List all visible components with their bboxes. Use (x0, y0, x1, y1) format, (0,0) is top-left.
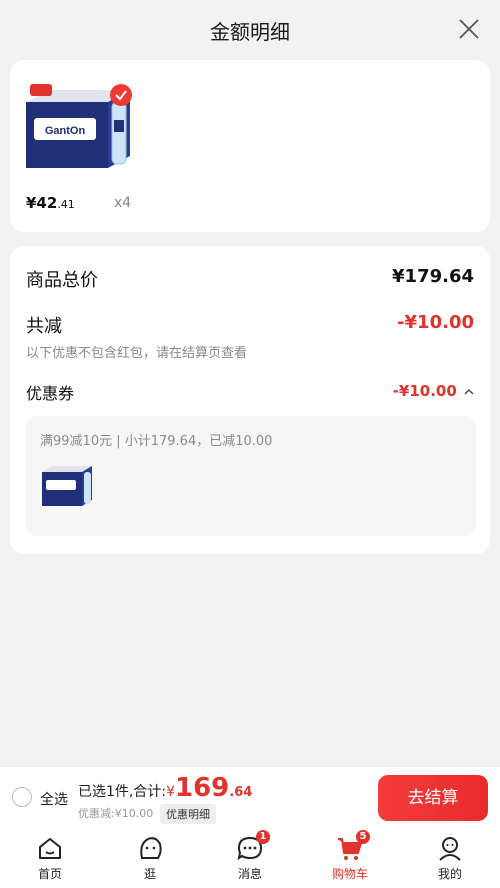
tab-home[interactable]: 首页 (0, 828, 100, 888)
discount-detail-button[interactable]: 优惠明细 (160, 804, 216, 824)
discount-label: 共减 (26, 316, 62, 337)
discount-value: -¥10.00 (397, 312, 474, 333)
cart-badge: 5 (356, 830, 370, 844)
page-title: 金额明细 (210, 20, 290, 44)
total-summary: 已选1件,合计:¥169.64 (78, 773, 252, 803)
coupon-value: -¥10.00 (392, 382, 457, 400)
coupon-product-thumbnail (42, 466, 92, 506)
home-icon (39, 838, 61, 859)
bottom-tab-bar: 首页 逛 1 消息 5 购物车 我的 (0, 828, 500, 888)
saved-amount: 优惠减:¥10.00 (78, 807, 154, 820)
item-price: ¥42.41 (26, 194, 75, 212)
coupon-detail-text: 满99减10元 | 小计179.64，已减10.00 (40, 434, 273, 449)
product-card: GantOn (10, 60, 490, 232)
coupon-toggle[interactable]: -¥10.00 (393, 382, 474, 400)
goods-total-value: ¥179.64 (392, 266, 474, 287)
total-decimal: .64 (229, 785, 253, 800)
checkout-bar: 全选 已选1件,合计:¥169.64 优惠减:¥10.00 优惠明细 去结算 (0, 766, 500, 828)
selected-check-icon[interactable] (110, 84, 132, 106)
discount-note: 以下优惠不包含红包，请在结算页查看 (26, 346, 248, 361)
coupon-detail-box: 满99减10元 | 小计179.64，已减10.00 (26, 416, 476, 536)
item-quantity: x4 (114, 195, 132, 211)
user-icon (439, 837, 461, 861)
header: 金额明细 (0, 0, 500, 58)
svg-text:GantOn: GantOn (45, 125, 86, 137)
messages-badge: 1 (256, 830, 270, 844)
chevron-up-icon (464, 389, 474, 395)
total-integer: 169 (175, 773, 230, 803)
face-icon (140, 837, 162, 859)
close-icon[interactable] (458, 18, 480, 40)
tab-messages[interactable]: 1 消息 (200, 828, 300, 888)
select-all-radio[interactable] (12, 787, 32, 807)
tab-browse[interactable]: 逛 (100, 828, 200, 888)
tab-cart[interactable]: 5 购物车 (300, 828, 400, 888)
total-currency: ¥ (166, 784, 175, 800)
select-all-label[interactable]: 全选 (40, 789, 68, 809)
summary-prefix: 已选1件,合计: (78, 784, 167, 800)
checkout-button[interactable]: 去结算 (378, 775, 488, 821)
coupon-label: 优惠券 (26, 384, 75, 403)
tab-me[interactable]: 我的 (400, 828, 500, 888)
goods-total-label: 商品总价 (26, 270, 98, 291)
